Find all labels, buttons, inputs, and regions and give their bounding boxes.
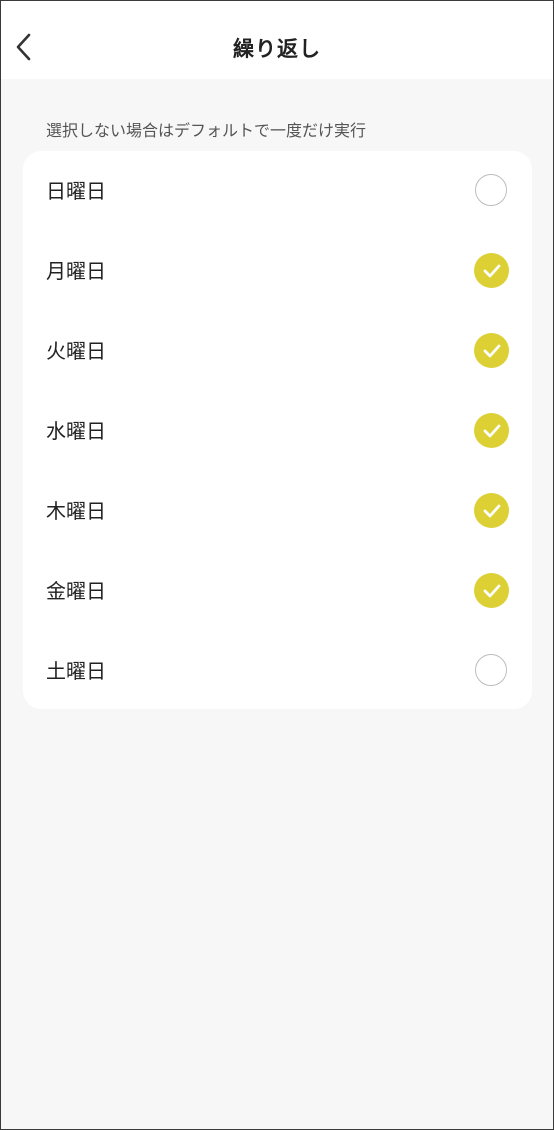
app-frame: 繰り返し 選択しない場合はデフォルトで一度だけ実行 日曜日 月曜日 火曜日 水曜… (0, 0, 554, 1130)
day-row-saturday[interactable]: 土曜日 (23, 631, 532, 711)
day-radio[interactable] (475, 174, 507, 206)
day-label: 金曜日 (46, 579, 106, 603)
check-icon (483, 264, 501, 278)
day-radio[interactable] (474, 493, 509, 528)
day-row-thursday[interactable]: 木曜日 (23, 471, 532, 551)
day-label: 日曜日 (46, 179, 106, 203)
day-label: 月曜日 (46, 259, 106, 283)
day-list-card: 日曜日 月曜日 火曜日 水曜日 木曜日 金曜日 土曜日 (23, 151, 532, 709)
day-row-friday[interactable]: 金曜日 (23, 551, 532, 631)
day-row-wednesday[interactable]: 水曜日 (23, 391, 532, 471)
day-radio[interactable] (475, 654, 507, 686)
day-row-monday[interactable]: 月曜日 (23, 231, 532, 311)
day-radio[interactable] (474, 253, 509, 288)
day-radio[interactable] (474, 573, 509, 608)
check-icon (483, 504, 501, 518)
day-label: 火曜日 (46, 339, 106, 363)
check-icon (483, 424, 501, 438)
day-label: 水曜日 (46, 419, 106, 443)
check-icon (483, 344, 501, 358)
page-title: 繰り返し (233, 37, 321, 61)
day-label: 木曜日 (46, 499, 106, 523)
day-row-sunday[interactable]: 日曜日 (23, 151, 532, 231)
check-icon (483, 584, 501, 598)
day-label: 土曜日 (46, 659, 106, 683)
day-radio[interactable] (474, 333, 509, 368)
hint-text: 選択しない場合はデフォルトで一度だけ実行 (46, 121, 367, 140)
day-radio[interactable] (474, 413, 509, 448)
day-row-tuesday[interactable]: 火曜日 (23, 311, 532, 391)
